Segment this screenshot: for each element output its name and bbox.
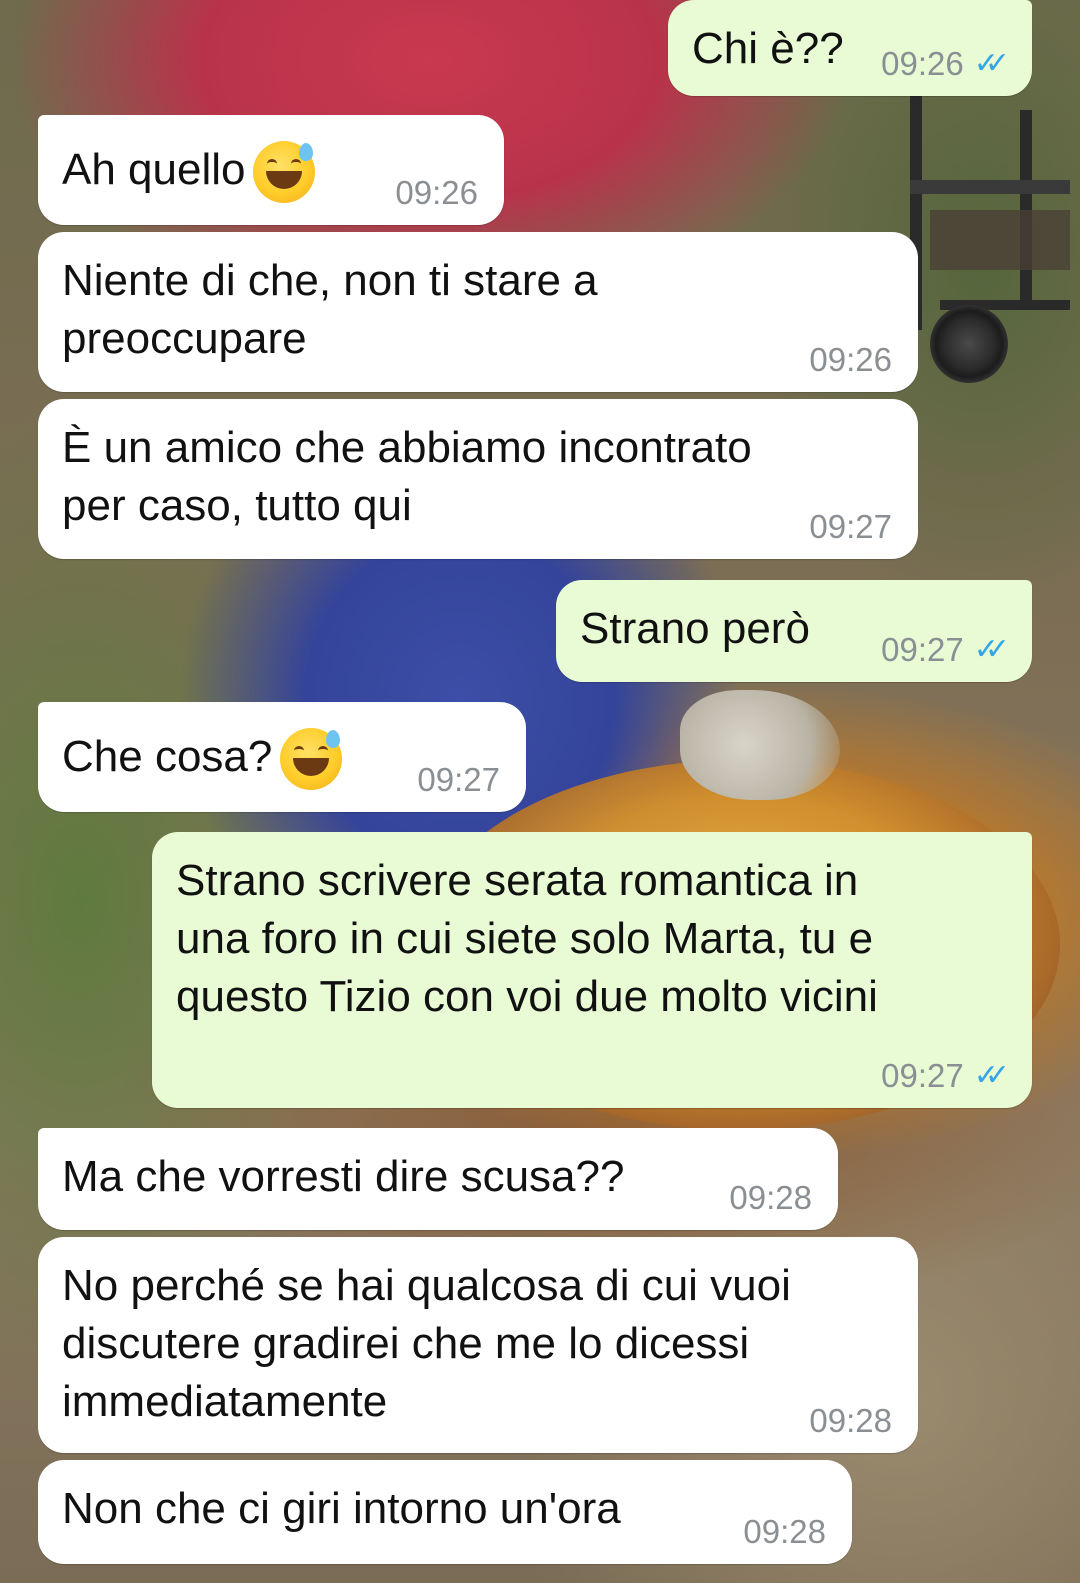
grinning-sweat-emoji-icon — [280, 728, 343, 791]
message-bubble-outgoing[interactable]: Strano scrivere serata romantica in una … — [152, 832, 1032, 1108]
message-meta: 09:26 — [809, 342, 892, 378]
message-meta: 09:27 — [809, 509, 892, 545]
message-text: Non che ci giri intorno un'ora — [62, 1484, 621, 1533]
message-bubble-incoming[interactable]: No perché se hai qualcosa di cui vuoi di… — [38, 1237, 918, 1453]
message-time: 09:28 — [729, 1179, 812, 1216]
message-text: Niente di che, non ti stare a preoccupar… — [62, 256, 598, 363]
message-time: 09:27 — [417, 761, 500, 798]
message-time: 09:27 — [881, 1057, 964, 1094]
message-meta: 09:27 ✓✓ — [881, 1058, 1010, 1094]
message-bubble-incoming[interactable]: Che cosa? 09:27 — [38, 702, 526, 812]
message-text: Strano scrivere serata romantica in una … — [176, 856, 878, 1021]
read-receipt-icon: ✓✓ — [973, 633, 1010, 666]
read-receipt-icon: ✓✓ — [973, 1059, 1010, 1092]
message-time: 09:28 — [743, 1513, 826, 1550]
message-text: È un amico che abbiamo incontrato per ca… — [62, 423, 752, 530]
message-bubble-incoming[interactable]: Ma che vorresti dire scusa?? 09:28 — [38, 1128, 838, 1230]
message-bubble-outgoing[interactable]: Strano però 09:27 ✓✓ — [556, 580, 1032, 682]
message-bubble-incoming[interactable]: Non che ci giri intorno un'ora 09:28 — [38, 1460, 852, 1564]
message-time: 09:28 — [809, 1402, 892, 1439]
grinning-sweat-emoji-icon — [253, 141, 316, 204]
message-time: 09:26 — [809, 341, 892, 378]
message-time: 09:27 — [881, 631, 964, 668]
message-meta: 09:27 ✓✓ — [881, 632, 1010, 668]
message-meta: 09:28 — [743, 1514, 826, 1550]
message-meta: 09:26 ✓✓ — [881, 46, 1010, 82]
message-meta: 09:26 — [395, 175, 478, 211]
message-meta: 09:27 — [417, 762, 500, 798]
message-bubble-incoming[interactable]: Niente di che, non ti stare a preoccupar… — [38, 232, 918, 392]
message-text: No perché se hai qualcosa di cui vuoi di… — [62, 1261, 791, 1426]
message-bubble-outgoing[interactable]: Chi è?? 09:26 ✓✓ — [668, 0, 1032, 96]
read-receipt-icon: ✓✓ — [973, 47, 1010, 80]
message-time: 09:27 — [809, 508, 892, 545]
chat-message-list[interactable]: Chi è?? 09:26 ✓✓ Ah quello 09:26 Niente … — [0, 0, 1080, 1583]
message-meta: 09:28 — [809, 1403, 892, 1439]
message-meta: 09:28 — [729, 1180, 812, 1216]
message-bubble-incoming[interactable]: Ah quello 09:26 — [38, 115, 504, 225]
message-bubble-incoming[interactable]: È un amico che abbiamo incontrato per ca… — [38, 399, 918, 559]
message-time: 09:26 — [881, 45, 964, 82]
message-text: Ma che vorresti dire scusa?? — [62, 1152, 625, 1201]
message-time: 09:26 — [395, 174, 478, 211]
